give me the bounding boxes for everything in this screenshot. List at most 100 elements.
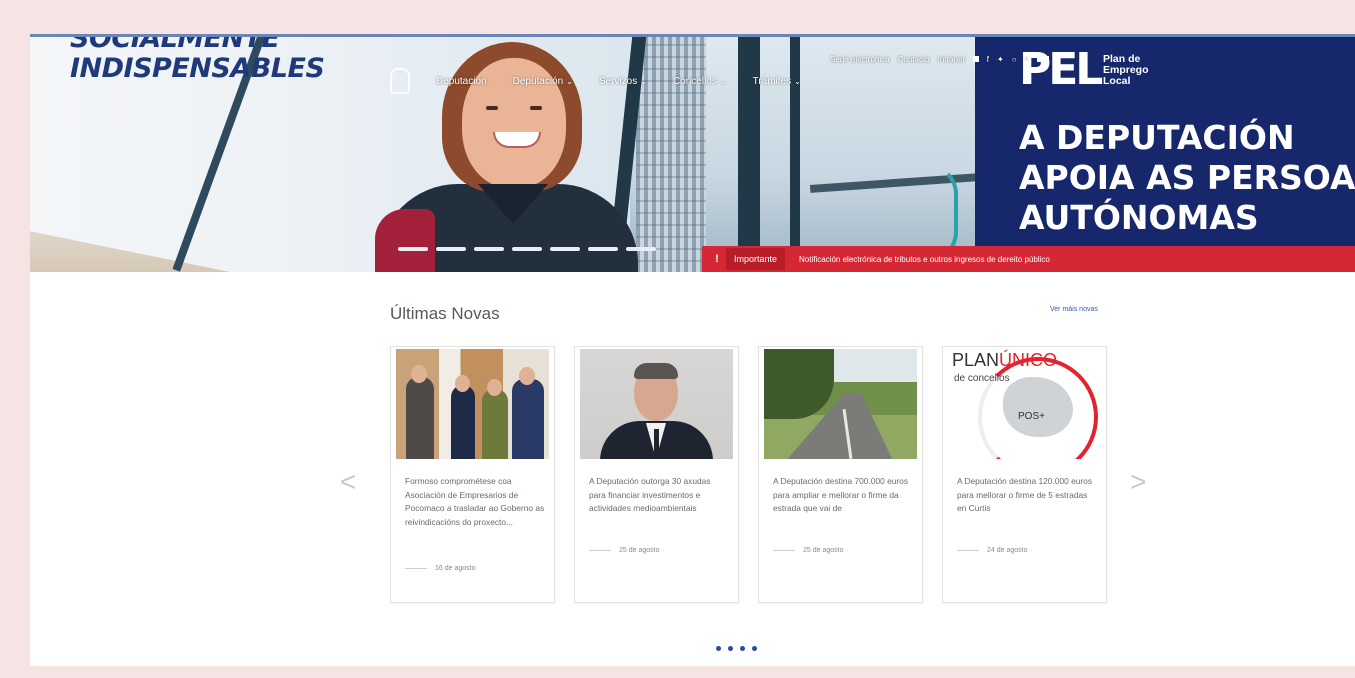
- slider-dash[interactable]: [588, 247, 618, 251]
- news-card[interactable]: Formoso comprométese coa Asociación de E…: [390, 346, 555, 603]
- photo-person: [406, 377, 434, 459]
- util-link-contacto[interactable]: Contacto: [898, 55, 930, 64]
- hero-slogan: SOCIALMENTE INDISPENSABLES: [70, 34, 325, 84]
- page: SOCIALMENTE INDISPENSABLES Deputación De…: [30, 34, 1355, 666]
- twitter-icon[interactable]: ✦: [997, 55, 1004, 64]
- date-text: 25 de agosto: [619, 547, 660, 554]
- headline-line: A DEPUTACIÓN: [1019, 118, 1295, 157]
- slogan-line: SOCIALMENTE: [70, 34, 280, 54]
- promo-panel[interactable]: PEL Plan de Emprego Local A DEPUTACIÓN A…: [975, 34, 1355, 246]
- hero-photo-person: [530, 106, 542, 110]
- carousel-next-icon[interactable]: >: [1130, 466, 1146, 498]
- headline-line: AUTÓNOMAS: [1019, 198, 1259, 237]
- mail-icon[interactable]: [972, 56, 979, 62]
- news-card-text: A Deputación destina 700.000 euros para …: [773, 476, 909, 513]
- date-line: [589, 550, 611, 551]
- plan-unico-logo: PLANÚNICO: [952, 351, 1057, 369]
- nav-item[interactable]: Deputación ⌄: [513, 76, 573, 87]
- photo-person: [455, 375, 470, 392]
- chevron-down-icon: ⌄: [640, 76, 647, 86]
- promo-headline: A DEPUTACIÓN APOIA AS PERSOAS AUTÓNOMAS: [1019, 118, 1355, 238]
- photo-person: [512, 379, 544, 459]
- news-card[interactable]: A Deputación destina 700.000 euros para …: [758, 346, 923, 603]
- nav-item[interactable]: Trámites ⌄: [753, 76, 801, 87]
- alert-icon: !: [715, 253, 719, 265]
- main-nav: Deputación Deputación ⌄ Servizos ⌄ Concell…: [390, 68, 801, 94]
- news-card-date: 16 de agosto: [405, 565, 475, 572]
- hero-photo-person: [486, 106, 498, 110]
- plan-word: PLAN: [952, 350, 1000, 370]
- utility-nav: Sede electrónica Contacto Intranet f ✦ ○…: [830, 54, 1050, 64]
- nav-item[interactable]: Concellos ⌄: [673, 76, 727, 87]
- photo-person: [482, 389, 508, 459]
- nav-item-label: Trámites: [752, 75, 792, 87]
- date-text: 25 de agosto: [803, 547, 844, 554]
- slider-dash[interactable]: [474, 247, 504, 251]
- slider-dash[interactable]: [626, 247, 656, 251]
- top-border: [30, 34, 1355, 37]
- slogan-line: INDISPENSABLES: [70, 53, 325, 84]
- nav-item-label: Servizos: [598, 75, 638, 87]
- hero-photo-person: [375, 209, 435, 272]
- news-card-text: A Deputación destina 120.000 euros para …: [957, 476, 1093, 513]
- date-line: [957, 550, 979, 551]
- instagram-icon[interactable]: ○: [1012, 55, 1017, 64]
- slider-dash[interactable]: [550, 247, 580, 251]
- unico-word: ÚNICO: [999, 350, 1058, 370]
- date-line: [773, 550, 795, 551]
- deputacion-logo-icon[interactable]: [390, 68, 410, 94]
- carousel-prev-icon[interactable]: <: [340, 466, 356, 498]
- chevron-down-icon: ⌄: [566, 76, 573, 86]
- photo-person: [411, 365, 427, 383]
- language-icon[interactable]: [1037, 56, 1050, 62]
- hero-banner[interactable]: SOCIALMENTE INDISPENSABLES Deputación De…: [30, 34, 1355, 272]
- hero-slider-indicators: [398, 247, 656, 251]
- photo-person: [634, 363, 678, 379]
- pager-dot[interactable]: [728, 646, 733, 651]
- news-section-title: Últimas Novas: [390, 304, 500, 323]
- news-card-image: PLANÚNICO de concellos POS+: [948, 349, 1101, 459]
- alert-label: Importante: [726, 248, 786, 270]
- news-card-image: [396, 349, 549, 459]
- nav-item[interactable]: Deputación: [436, 76, 487, 87]
- news-card-image: [580, 349, 733, 459]
- slider-dash[interactable]: [512, 247, 542, 251]
- alert-message-link[interactable]: Notificación electrónica de tributos e o…: [799, 255, 1050, 264]
- pager-dot[interactable]: [752, 646, 757, 651]
- pel-sub-line: Local: [1103, 75, 1131, 87]
- date-text: 24 de agosto: [987, 547, 1028, 554]
- news-card-text: A Deputación outorga 30 axudas para fina…: [589, 476, 711, 513]
- nav-item-label: Deputación: [512, 75, 564, 87]
- photo-person: [519, 367, 535, 385]
- news-card-date: 25 de agosto: [773, 547, 843, 554]
- news-card-text: Formoso comprométese coa Asociación de E…: [405, 476, 545, 527]
- util-link-sede[interactable]: Sede electrónica: [830, 55, 890, 64]
- see-all-news-link[interactable]: Ver máis novas: [1050, 306, 1098, 313]
- news-card-image: [764, 349, 917, 459]
- news-card[interactable]: PLANÚNICO de concellos POS+ A Deputación…: [942, 346, 1107, 603]
- search-icon[interactable]: ⌕: [1025, 54, 1029, 64]
- headline-line: APOIA AS PERSOAS: [1019, 158, 1355, 197]
- important-alert-bar[interactable]: ! Importante Notificación electrónica de…: [702, 246, 1355, 272]
- pager-dot[interactable]: [740, 646, 745, 651]
- photo-trees: [764, 349, 834, 419]
- chevron-down-icon: ⌄: [794, 76, 801, 86]
- slider-dash[interactable]: [436, 247, 466, 251]
- date-text: 16 de agosto: [435, 565, 476, 572]
- news-card[interactable]: A Deputación outorga 30 axudas para fina…: [574, 346, 739, 603]
- facebook-icon[interactable]: f: [987, 55, 989, 64]
- news-card-date: 24 de agosto: [957, 547, 1027, 554]
- photo-person: [451, 385, 475, 459]
- carousel-pager: [716, 646, 757, 651]
- nav-item-label: Deputación: [436, 75, 487, 87]
- photo-person: [654, 429, 659, 459]
- news-card-date: 25 de agosto: [589, 547, 659, 554]
- photo-person: [487, 379, 502, 396]
- date-line: [405, 568, 427, 569]
- nav-item-label: Concellos: [672, 75, 717, 87]
- util-link-intranet[interactable]: Intranet: [938, 55, 965, 64]
- plan-unico-subtitle: de concellos: [954, 373, 1010, 384]
- slider-dash[interactable]: [398, 247, 428, 251]
- pager-dot[interactable]: [716, 646, 721, 651]
- nav-item[interactable]: Servizos ⌄: [599, 76, 647, 87]
